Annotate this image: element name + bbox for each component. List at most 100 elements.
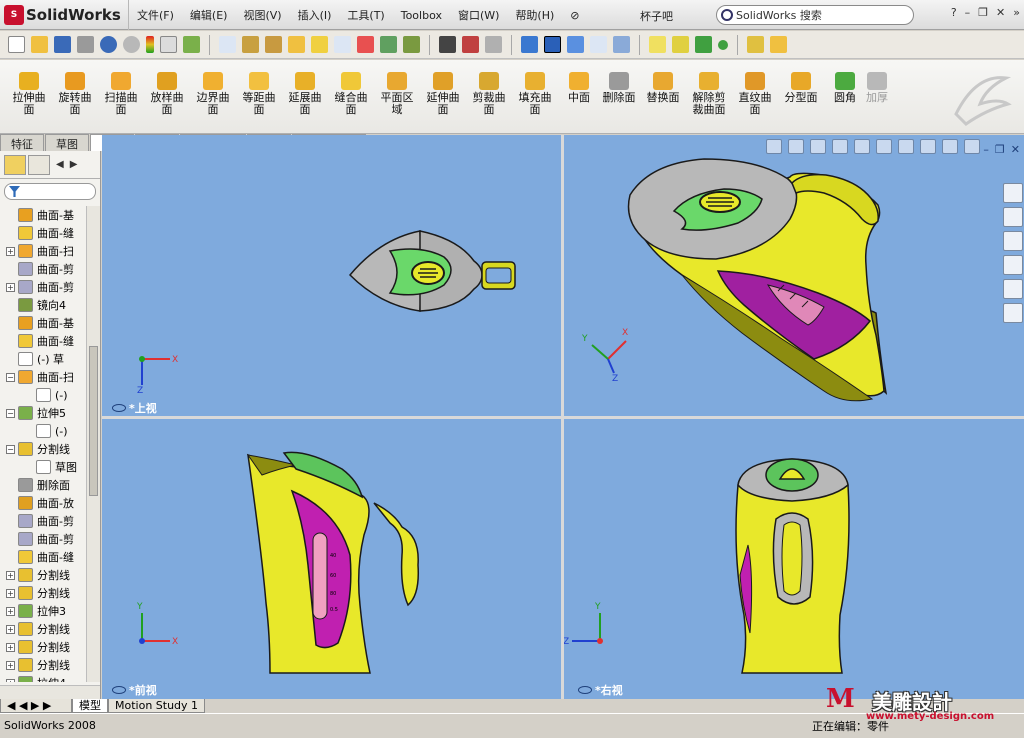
command-button[interactable]: 解除剪 裁曲面 — [686, 72, 732, 116]
command-button[interactable]: 缝合曲 面 — [328, 72, 374, 116]
expand-toggle-icon[interactable]: + — [6, 588, 15, 598]
command-button[interactable]: 延展曲 面 — [282, 72, 328, 116]
menu-item[interactable]: 文件(F) — [129, 7, 182, 23]
new-document-icon[interactable] — [8, 36, 25, 53]
command-button[interactable]: 放样曲 面 — [144, 72, 190, 116]
right-view-kettle[interactable] — [735, 458, 850, 674]
window-control[interactable]: ❐ — [978, 6, 988, 19]
print-icon[interactable] — [77, 36, 94, 53]
point-icon[interactable] — [718, 39, 728, 50]
expand-toggle-icon[interactable]: + — [6, 642, 15, 652]
analysis-icon[interactable] — [357, 36, 374, 53]
edit-appearance-icon[interactable] — [920, 139, 936, 154]
solidworks-resources-icon[interactable] — [1003, 183, 1023, 203]
window-control[interactable]: ? — [951, 6, 957, 19]
expand-toggle-icon[interactable]: + — [6, 678, 15, 682]
hide-show-items-icon[interactable] — [898, 139, 914, 154]
sketch-plane-icon[interactable] — [672, 36, 689, 53]
expand-toggle-icon[interactable]: − — [6, 372, 15, 382]
command-button[interactable]: 直纹曲 面 — [732, 72, 778, 116]
expand-toggle-icon[interactable]: + — [6, 282, 15, 292]
solidworks-logo[interactable]: S SolidWorks — [4, 3, 122, 27]
command-button[interactable]: 延伸曲 面 — [420, 72, 466, 116]
command-button[interactable]: 扫描曲 面 — [98, 72, 144, 116]
expand-toggle-icon[interactable]: + — [6, 246, 15, 256]
tab[interactable]: 特征 — [0, 134, 44, 151]
open-folder-icon[interactable] — [31, 36, 48, 53]
feature-filter-field[interactable] — [4, 183, 96, 200]
command-button[interactable]: 删除面 — [596, 72, 642, 104]
view-orientation-icon[interactable] — [854, 139, 870, 154]
window-control[interactable]: » — [1013, 6, 1020, 19]
file-explorer-icon[interactable] — [1003, 231, 1023, 251]
property-manager-tab-icon[interactable] — [28, 154, 50, 175]
viewport-minimize-icon[interactable]: – — [983, 143, 989, 156]
menu-item[interactable]: 窗口(W) — [450, 7, 507, 23]
expand-toggle-icon[interactable]: − — [6, 408, 15, 418]
expand-toggle-icon[interactable]: + — [6, 624, 15, 634]
link-views-icon[interactable] — [112, 404, 126, 412]
camera-icon[interactable] — [439, 36, 456, 53]
menu-item[interactable]: 插入(I) — [290, 7, 340, 23]
appearance-icon[interactable] — [747, 36, 764, 53]
view-cube-icon[interactable] — [567, 36, 584, 53]
apply-scene-icon[interactable] — [942, 139, 958, 154]
expand-toggle-icon[interactable]: + — [6, 606, 15, 616]
link-views-icon[interactable] — [578, 686, 592, 694]
design-library-icon[interactable] — [1003, 207, 1023, 227]
shaded-view-icon[interactable] — [521, 36, 538, 53]
rebuild-traffic-light-icon[interactable] — [146, 36, 154, 53]
front-view-kettle[interactable]: 40 60 80 0.5 — [246, 451, 420, 674]
properties-icon[interactable] — [183, 36, 200, 53]
scrollbar-thumb[interactable] — [89, 346, 98, 496]
panel-scroll-left-icon[interactable]: ◀ — [56, 159, 64, 170]
menu-item[interactable]: 帮助(H) — [507, 7, 562, 23]
command-button[interactable]: 平面区 域 — [374, 72, 420, 116]
tree-horizontal-scrollbar[interactable] — [0, 685, 100, 699]
window-control[interactable]: – — [965, 6, 971, 19]
expand-toggle-icon[interactable]: + — [6, 660, 15, 670]
top-view-kettle[interactable] — [348, 230, 516, 312]
viewport-restore-icon[interactable]: ❐ — [995, 143, 1005, 156]
search-box[interactable]: SolidWorks 搜索 — [716, 5, 914, 25]
tab-model[interactable]: 模型 — [72, 699, 108, 713]
command-button[interactable]: 填充曲 面 — [512, 72, 558, 116]
shaded-edges-icon[interactable] — [544, 36, 561, 53]
mass-properties-icon[interactable] — [265, 36, 282, 53]
command-button[interactable]: 等距曲 面 — [236, 72, 282, 116]
isometric-view-kettle[interactable] — [627, 158, 888, 402]
command-button[interactable]: 旋转曲 面 — [52, 72, 98, 116]
redo-icon[interactable] — [123, 36, 140, 53]
undo-icon[interactable] — [100, 36, 117, 53]
statistics-icon[interactable] — [380, 36, 397, 53]
command-button[interactable]: 边界曲 面 — [190, 72, 236, 116]
measure-icon[interactable] — [242, 36, 259, 53]
zoom-to-selection-icon[interactable] — [613, 36, 630, 53]
coordinate-system-icon[interactable] — [695, 36, 712, 53]
window-control[interactable]: ✕ — [996, 6, 1005, 19]
display-style-icon[interactable] — [876, 139, 892, 154]
section-properties-icon[interactable] — [288, 36, 305, 53]
sketch-line-icon[interactable] — [649, 36, 666, 53]
check-icon[interactable] — [311, 36, 328, 53]
photoworks-icon[interactable] — [485, 36, 502, 53]
graphics-viewport[interactable]: 40 60 80 0.5 X Z X Y Z Y X Y Z – ❐ ✕ *上视… — [102, 135, 1024, 699]
save-icon[interactable] — [54, 36, 71, 53]
sigma-icon[interactable] — [334, 36, 351, 53]
options-list-icon[interactable] — [160, 36, 177, 53]
menu-item[interactable]: 工具(T) — [339, 7, 392, 23]
pin-icon[interactable]: ⊘ — [562, 9, 587, 22]
search-results-icon[interactable] — [1003, 255, 1023, 275]
section-view-icon[interactable] — [832, 139, 848, 154]
spell-check-icon[interactable] — [219, 36, 236, 53]
command-button[interactable]: 拉伸曲 面 — [6, 72, 52, 116]
menu-item[interactable]: Toolbox — [393, 9, 450, 22]
nav-arrows[interactable]: ◀ ◀ ▶ ▶ — [0, 699, 72, 713]
view-settings-icon[interactable] — [964, 139, 980, 154]
command-button[interactable]: 分型面 — [778, 72, 824, 104]
render-icon[interactable] — [462, 36, 479, 53]
feature-manager-tab-icon[interactable] — [4, 154, 26, 175]
menu-item[interactable]: 视图(V) — [235, 7, 289, 23]
tab-motion-study[interactable]: Motion Study 1 — [108, 699, 206, 713]
tree-vertical-scrollbar[interactable] — [86, 206, 100, 682]
